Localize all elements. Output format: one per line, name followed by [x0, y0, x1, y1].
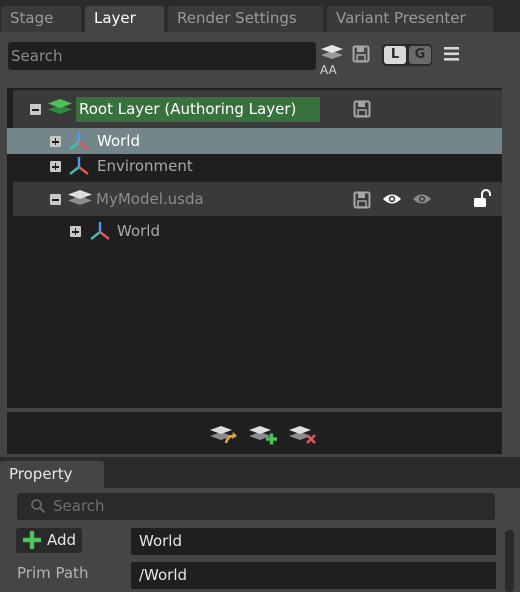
create-sublayer-icon[interactable] [247, 423, 277, 445]
tab-render-settings[interactable]: Render Settings [168, 6, 323, 32]
global-button[interactable]: G [409, 46, 431, 64]
root-layer-label[interactable]: Root Layer (Authoring Layer) [76, 97, 320, 122]
layer-search-input[interactable]: Search [8, 42, 316, 70]
save-icon[interactable] [353, 100, 371, 118]
tab-variant-presenter[interactable]: Variant Presenter [327, 6, 493, 32]
layer-icon [46, 96, 74, 118]
tab-layer[interactable]: Layer [85, 6, 164, 32]
prim-path-field[interactable]: /World [131, 562, 496, 589]
property-scrollbar[interactable] [505, 530, 514, 592]
visibility-eye-icon[interactable] [382, 192, 402, 206]
search-icon [30, 498, 46, 514]
expand-icon[interactable] [50, 161, 61, 172]
prim-name-field[interactable]: World [131, 528, 496, 555]
layer-icon [66, 187, 94, 209]
insert-sublayer-icon[interactable] [208, 423, 238, 445]
save-all-icon[interactable] [352, 45, 370, 63]
tab-property[interactable]: Property [0, 461, 104, 488]
unlock-icon[interactable] [472, 189, 492, 209]
remove-sublayer-icon[interactable] [287, 423, 317, 445]
auto-authoring-label: AA [320, 63, 337, 77]
prim-path-label: Prim Path [17, 564, 89, 582]
top-tab-bar: Stage Layer Render Settings Variant Pres… [0, 0, 520, 32]
tab-stage[interactable]: Stage [1, 6, 81, 32]
save-icon[interactable] [353, 191, 371, 209]
tree-label-environment[interactable]: Environment [97, 157, 193, 175]
xform-prim-icon [68, 131, 90, 151]
global-visibility-eye-icon[interactable] [412, 192, 432, 206]
menu-icon[interactable] [443, 46, 461, 62]
plus-icon [23, 531, 41, 549]
collapse-icon[interactable] [30, 104, 41, 115]
sublayer-label[interactable]: MyModel.usda [96, 190, 204, 208]
property-search-input[interactable]: Search [17, 493, 495, 520]
xform-prim-icon [89, 221, 111, 241]
expand-icon[interactable] [70, 226, 81, 237]
expand-icon[interactable] [50, 136, 61, 147]
layers-icon[interactable] [319, 42, 345, 62]
tree-label-world: World [97, 132, 140, 150]
tree-label-world-sublayer[interactable]: World [117, 222, 160, 240]
collapse-icon[interactable] [50, 194, 61, 205]
xform-prim-icon [68, 156, 90, 176]
local-button[interactable]: L [384, 46, 406, 64]
